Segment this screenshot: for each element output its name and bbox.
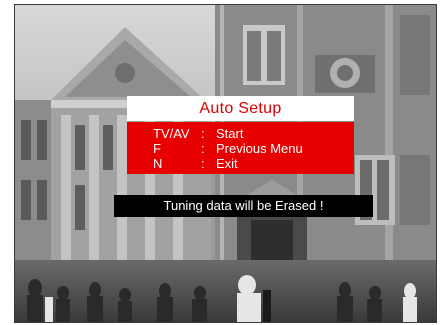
menu-action-label: Start (216, 126, 244, 141)
auto-setup-menu: TV/AV : Start F : Previous Menu N : Exit (127, 122, 354, 174)
menu-separator: : (201, 156, 205, 171)
auto-setup-title: Auto Setup (127, 96, 354, 121)
tv-screen-frame: Auto Setup TV/AV : Start F : Previous Me… (14, 4, 437, 323)
warning-message: Tuning data will be Erased ! (114, 195, 373, 217)
menu-separator: : (201, 126, 205, 141)
menu-action-label: Exit (216, 156, 238, 171)
menu-separator: : (201, 141, 205, 156)
menu-action-label: Previous Menu (216, 141, 303, 156)
